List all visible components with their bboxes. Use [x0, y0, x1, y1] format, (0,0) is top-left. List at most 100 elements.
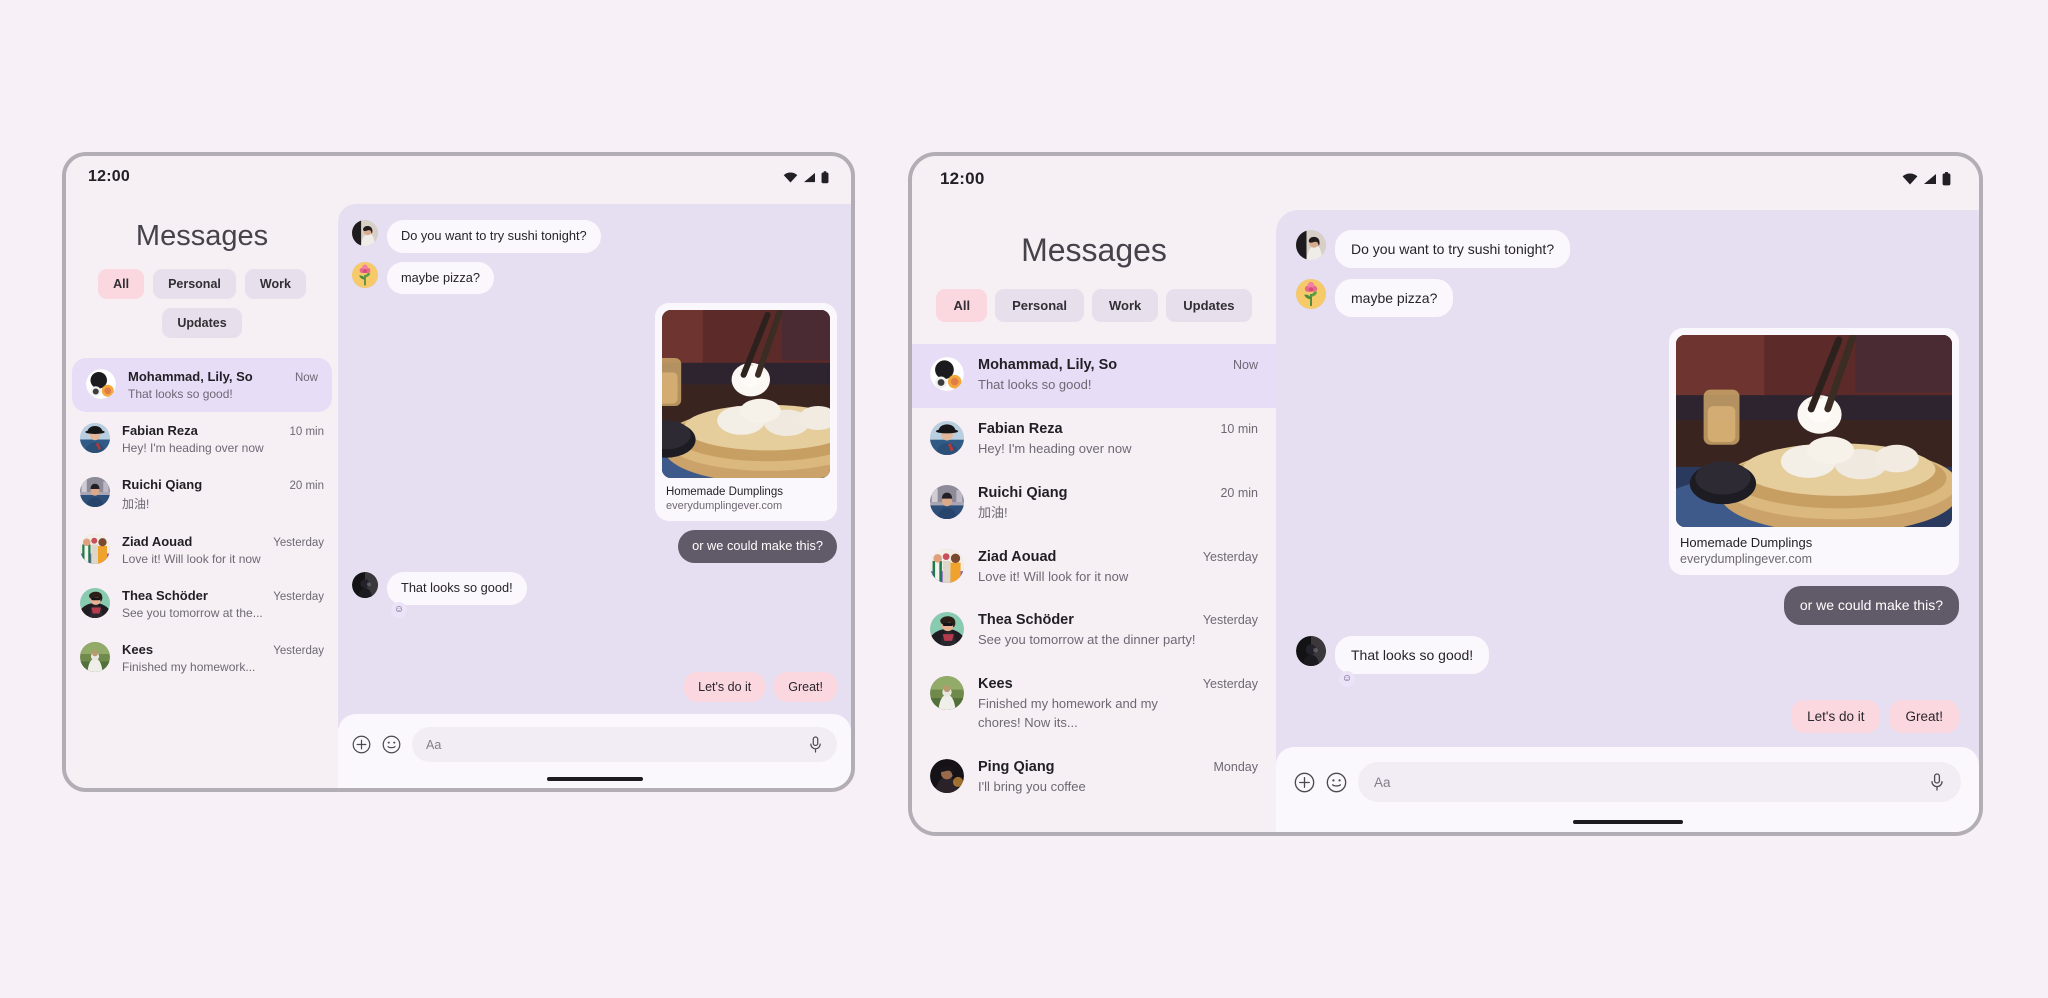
list-item[interactable]: Thea Schöder Yesterday See you tomorrow … — [912, 599, 1276, 663]
message-bubble[interactable]: That looks so good! — [1335, 635, 1490, 674]
message-bubble[interactable]: maybe pizza? — [1335, 279, 1454, 318]
filter-chip-personal[interactable]: Personal — [995, 289, 1084, 322]
quick-reply-great[interactable]: Great! — [774, 672, 837, 702]
list-item[interactable]: Kees Yesterday Finished my homework... — [66, 631, 338, 685]
list-item[interactable]: Fabian Reza 10 min Hey! I'm heading over… — [66, 412, 338, 466]
conversation-name: Ping Qiang — [978, 758, 1055, 775]
plus-circle-icon[interactable] — [352, 735, 371, 754]
page-title: Messages — [1021, 232, 1167, 268]
conversation-name: Kees — [978, 676, 1013, 693]
list-item[interactable]: Ruichi Qiang 20 min 加油! — [912, 472, 1276, 536]
person-street-avatar — [930, 484, 964, 519]
message-outgoing: or we could make this? — [352, 530, 837, 563]
home-indicator[interactable] — [546, 777, 643, 781]
status-bar: 12:00 — [66, 156, 851, 198]
group-avatar — [86, 369, 116, 399]
message-input-wrapper[interactable] — [412, 727, 837, 762]
list-item[interactable]: Kees Yesterday Finished my homework and … — [912, 663, 1276, 746]
quick-reply-lets-do-it[interactable]: Let's do it — [684, 672, 766, 702]
emoji-icon[interactable] — [1326, 772, 1347, 793]
status-icon-group — [1902, 172, 1951, 186]
message-bubble[interactable]: Do you want to try sushi tonight? — [1335, 230, 1571, 269]
status-time: 12:00 — [88, 168, 130, 185]
conversation-time: 10 min — [289, 426, 324, 438]
emoji-icon[interactable] — [382, 735, 401, 754]
message-composer — [1276, 747, 1979, 812]
conversation-preview: See you tomorrow at the... — [122, 606, 263, 620]
person-portrait-avatar — [1296, 230, 1326, 260]
conversation-preview: I'll bring you coffee — [978, 778, 1086, 794]
conversation-time: Monday — [1213, 759, 1258, 774]
message-bubble[interactable]: or we could make this? — [678, 530, 837, 563]
person-sunglasses-avatar — [930, 612, 964, 647]
device-body: Messages All Personal Work Updates Moham… — [66, 198, 851, 788]
message-incoming: Do you want to try sushi tonight? — [1296, 230, 1959, 269]
conversation-name: Thea Schöder — [122, 588, 208, 603]
list-item[interactable]: Ruichi Qiang 20 min 加油! — [66, 466, 338, 523]
conversation-name: Thea Schöder — [978, 612, 1074, 629]
message-input[interactable] — [1374, 774, 1921, 790]
quick-reply-group: Let's do it Great! — [1276, 698, 1979, 747]
filter-chip-all[interactable]: All — [936, 289, 988, 322]
conversation-name: Fabian Reza — [978, 420, 1063, 437]
device-body: Messages All Personal Work Updates Moham… — [912, 202, 1979, 832]
quick-reply-lets-do-it[interactable]: Let's do it — [1791, 700, 1881, 733]
conversation-preview: Finished my homework... — [122, 660, 256, 674]
person-night-avatar — [930, 758, 964, 793]
message-bubble[interactable]: or we could make this? — [1783, 586, 1959, 625]
list-item[interactable]: Mohammad, Lily, So Now That looks so goo… — [72, 358, 332, 412]
device-mockup-left: 12:00 Messages All Personal Work Updates… — [62, 152, 855, 792]
message-incoming: That looks so good! ☺ — [352, 571, 837, 618]
reaction-badge[interactable]: ☺ — [1339, 670, 1355, 687]
conversation-time: 20 min — [289, 480, 324, 492]
link-preview-card[interactable]: Homemade Dumplings everydumplingever.com — [1669, 328, 1959, 576]
list-item[interactable]: Thea Schöder Yesterday See you tomorrow … — [66, 577, 338, 631]
list-item[interactable]: Ziad Aouad Yesterday Love it! Will look … — [66, 523, 338, 577]
plus-circle-icon[interactable] — [1294, 772, 1315, 793]
link-preview-card[interactable]: Homemade Dumplings everydumplingever.com — [655, 303, 837, 522]
list-item[interactable]: Fabian Reza 10 min Hey! I'm heading over… — [912, 408, 1276, 472]
person-hat-avatar — [80, 423, 110, 453]
filter-chip-updates[interactable]: Updates — [162, 308, 242, 338]
conversation-time: Yesterday — [273, 591, 324, 603]
conversation-preview: Hey! I'm heading over now — [978, 440, 1132, 456]
list-item[interactable]: Mohammad, Lily, So Now That looks so goo… — [912, 344, 1276, 408]
home-indicator[interactable] — [1572, 820, 1683, 824]
filter-chip-all[interactable]: All — [98, 269, 145, 299]
person-portrait-avatar — [352, 220, 378, 246]
conversation-preview: That looks so good! — [978, 377, 1092, 392]
conversation-list: Mohammad, Lily, So Now That looks so goo… — [912, 344, 1276, 832]
message-bubble[interactable]: Do you want to try sushi tonight? — [387, 220, 601, 253]
conversation-time: Yesterday — [273, 537, 324, 549]
signal-icon — [803, 172, 816, 183]
conversation-preview: Love it! Will look for it now — [978, 568, 1129, 584]
home-indicator-area — [338, 770, 851, 788]
chat-pane: Do you want to try sushi tonight? maybe … — [1276, 210, 1979, 832]
conversation-preview: That looks so good! — [128, 387, 233, 401]
list-item[interactable]: Ping Qiang Monday I'll bring you coffee — [912, 746, 1276, 810]
person-dark-avatar — [1296, 635, 1326, 666]
message-incoming: maybe pizza? — [352, 261, 837, 295]
filter-chip-work[interactable]: Work — [1091, 289, 1159, 322]
list-item[interactable]: Ziad Aouad Yesterday Love it! Will look … — [912, 536, 1276, 600]
reaction-badge[interactable]: ☺ — [391, 601, 407, 618]
filter-chip-personal[interactable]: Personal — [153, 269, 236, 299]
message-bubble[interactable]: That looks so good! — [387, 571, 527, 605]
conversation-time: 10 min — [1220, 421, 1258, 436]
wifi-icon — [783, 171, 798, 183]
quick-reply-great[interactable]: Great! — [1889, 700, 1959, 733]
message-list: Do you want to try sushi tonight? maybe … — [1276, 210, 1979, 698]
filter-chip-group: All Personal Work Updates — [66, 269, 338, 358]
microphone-icon[interactable] — [808, 736, 823, 753]
filter-chip-updates[interactable]: Updates — [1166, 289, 1252, 322]
message-bubble[interactable]: maybe pizza? — [387, 261, 494, 295]
flower-avatar — [1296, 279, 1326, 310]
message-outgoing: or we could make this? — [1296, 586, 1959, 625]
filter-chip-work[interactable]: Work — [244, 269, 306, 299]
message-input[interactable] — [426, 737, 800, 752]
microphone-icon[interactable] — [1929, 773, 1945, 791]
link-card-title: Homemade Dumplings — [666, 486, 783, 499]
message-input-wrapper[interactable] — [1358, 762, 1961, 802]
conversation-time: Yesterday — [273, 645, 324, 657]
link-card-url: everydumplingever.com — [666, 500, 783, 513]
